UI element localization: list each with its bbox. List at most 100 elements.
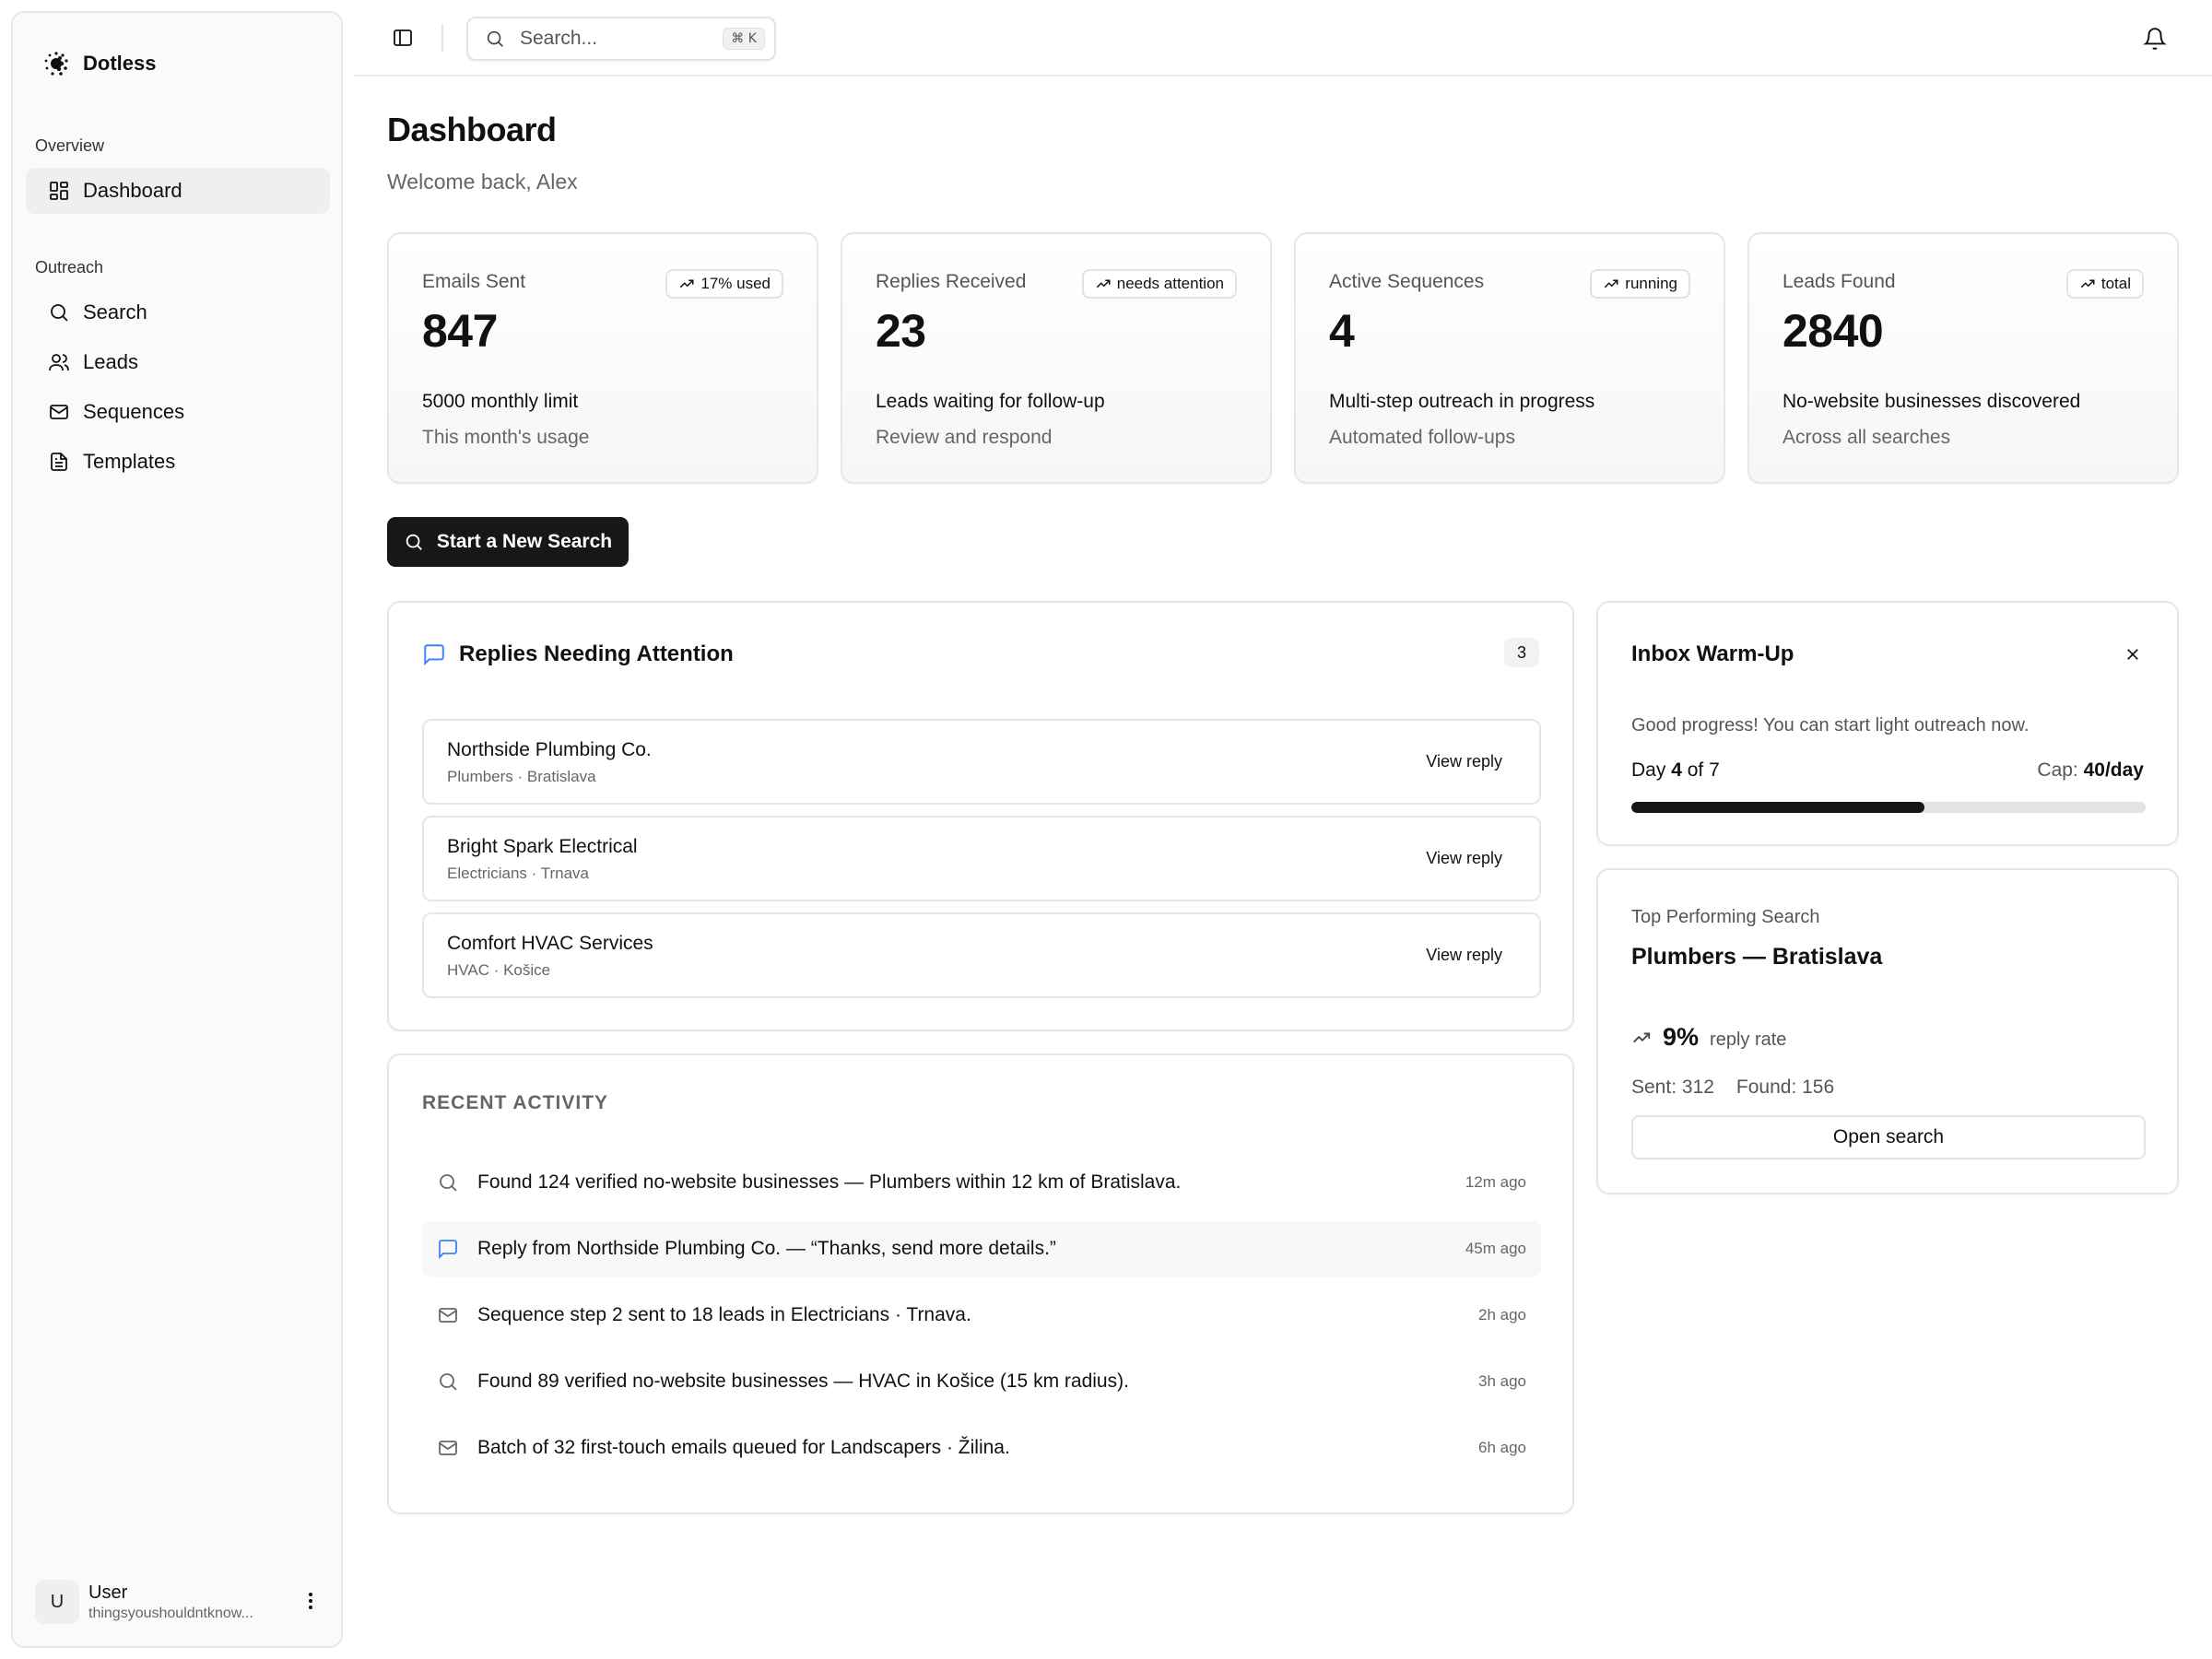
start-new-search-button[interactable]: Start a New Search <box>387 517 629 567</box>
sidebar-toggle-icon[interactable] <box>387 22 418 53</box>
activity-time: 45m ago <box>1465 1240 1526 1257</box>
count-badge: 3 <box>1504 638 1539 667</box>
close-icon[interactable] <box>2122 643 2144 665</box>
stat-label: Replies Received <box>876 271 1027 292</box>
global-search[interactable]: ⌘ K <box>466 17 776 61</box>
sidebar-item-dashboard[interactable]: Dashboard <box>26 168 330 214</box>
recent-activity-panel: RECENT ACTIVITY Found 124 verified no-we… <box>387 1053 1574 1514</box>
stat-value: 2840 <box>1783 305 1884 357</box>
stat-value: 4 <box>1329 305 1355 357</box>
stat-description: 5000 monthly limit <box>422 391 579 412</box>
nav-group-overview: Overview <box>35 136 105 155</box>
sidebar-item-label: Templates <box>83 450 176 473</box>
panel-title: Replies Needing Attention <box>459 641 734 666</box>
reply-item[interactable]: Bright Spark Electrical Electricians · T… <box>422 816 1541 901</box>
stat-value: 847 <box>422 305 498 357</box>
sidebar-item-search[interactable]: Search <box>26 289 330 335</box>
panel-title: RECENT ACTIVITY <box>422 1092 609 1113</box>
reply-rate-value: 9% <box>1663 1023 1700 1051</box>
panel-title: Inbox Warm-Up <box>1631 641 1794 666</box>
activity-item: Reply from Northside Plumbing Co. — “Tha… <box>422 1221 1541 1277</box>
stat-card-leads-found: Leads Found total 2840 No-website busine… <box>1747 232 2179 484</box>
stat-badge: total <box>2065 269 2144 299</box>
stat-description: No-website businesses discovered <box>1783 391 2081 412</box>
nav-group-outreach: Outreach <box>35 258 104 276</box>
brand[interactable]: Dotless <box>42 50 156 77</box>
warmup-day-value: 4 <box>1671 759 1682 781</box>
sidebar-item-sequences[interactable]: Sequences <box>26 389 330 435</box>
user-name: User <box>88 1582 128 1603</box>
sidebar-item-leads[interactable]: Leads <box>26 339 330 385</box>
activity-item: Sequence step 2 sent to 18 leads in Elec… <box>422 1288 1541 1343</box>
sidebar-item-label: Sequences <box>83 400 185 423</box>
sidebar-item-label: Dashboard <box>83 179 182 202</box>
search-name: Plumbers — Bratislava <box>1631 944 1883 970</box>
stat-badge: needs attention <box>1081 269 1237 299</box>
bell-icon[interactable] <box>2138 22 2171 55</box>
stat-badge-label: running <box>1625 275 1677 292</box>
stat-badge: running <box>1590 269 1690 299</box>
trending-up-icon <box>1633 1032 1651 1042</box>
stat-card-replies-received: Replies Received needs attention 23 Lead… <box>841 232 1272 484</box>
activity-text: Sequence step 2 sent to 18 leads in Elec… <box>477 1304 971 1325</box>
activity-time: 2h ago <box>1478 1306 1526 1324</box>
warmup-message: Good progress! You can start light outre… <box>1631 715 2030 735</box>
users-icon <box>49 354 69 371</box>
warmup-day-prefix: Day <box>1631 759 1666 781</box>
search-stats: Sent: 312 Found: 156 <box>1631 1077 1834 1099</box>
inbox-warmup-panel: Inbox Warm-Up Good progress! You can sta… <box>1596 601 2179 846</box>
trending-up-icon <box>1096 279 1111 288</box>
stat-card-emails-sent: Emails Sent 17% used 847 5000 monthly li… <box>387 232 818 484</box>
search-input[interactable] <box>520 28 704 50</box>
reply-business-name: Northside Plumbing Co. <box>447 739 652 760</box>
reply-rate-label: reply rate <box>1710 1030 1787 1050</box>
sidebar-item-templates[interactable]: Templates <box>26 439 330 485</box>
view-reply-button[interactable]: View reply <box>1426 752 1502 771</box>
view-reply-button[interactable]: View reply <box>1426 946 1502 965</box>
dashboard-icon <box>50 182 68 200</box>
reply-rate: 9% reply rate <box>1631 1023 1786 1052</box>
mail-icon <box>50 405 68 419</box>
trending-up-icon <box>680 279 694 288</box>
stat-description: Multi-step outreach in progress <box>1329 391 1595 412</box>
file-text-icon <box>51 453 67 471</box>
search-icon <box>440 1174 457 1192</box>
stat-badge-label: 17% used <box>700 275 771 292</box>
brand-name: Dotless <box>83 52 157 75</box>
warmup-day-total: of 7 <box>1687 759 1720 781</box>
view-reply-button[interactable]: View reply <box>1426 849 1502 868</box>
user-profile[interactable]: U User thingsyoushouldntknow... <box>35 1576 330 1628</box>
search-icon <box>487 30 503 47</box>
page-title: Dashboard <box>387 111 557 148</box>
message-square-icon <box>424 644 444 666</box>
keyboard-shortcut: ⌘ K <box>723 28 765 50</box>
page-subtitle: Welcome back, Alex <box>387 170 578 194</box>
stat-subtext: Across all searches <box>1783 427 1951 448</box>
top-performing-search-panel: Top Performing Search Plumbers — Bratisl… <box>1596 868 2179 1194</box>
reply-business-name: Bright Spark Electrical <box>447 836 638 857</box>
stat-value: 23 <box>876 305 926 357</box>
stat-subtext: Review and respond <box>876 427 1053 448</box>
trending-up-icon <box>2080 279 2095 288</box>
activity-time: 3h ago <box>1478 1372 1526 1390</box>
warmup-day: Day 4 of 7 <box>1631 759 1720 782</box>
reply-meta: Electricians · Trnava <box>447 865 589 882</box>
stat-label: Leads Found <box>1783 271 1896 292</box>
topbar-divider <box>441 24 443 52</box>
activity-text: Found 89 verified no-website businesses … <box>477 1371 1129 1392</box>
reply-item[interactable]: Comfort HVAC Services HVAC · Košice View… <box>422 912 1541 998</box>
sidebar: Dotless Overview Dashboard Outreach Sear… <box>11 11 343 1648</box>
reply-meta: Plumbers · Bratislava <box>447 768 596 785</box>
reply-item[interactable]: Northside Plumbing Co. Plumbers · Bratis… <box>422 719 1541 805</box>
open-search-button[interactable]: Open search <box>1631 1115 2146 1159</box>
dotless-logo-icon <box>42 50 70 77</box>
warmup-progress-fill <box>1631 802 1925 813</box>
warmup-cap-label: Cap: <box>2037 759 2078 781</box>
activity-time: 12m ago <box>1465 1173 1526 1191</box>
warmup-cap-value: 40/day <box>2083 759 2144 781</box>
stat-card-active-sequences: Active Sequences running 4 Multi-step ou… <box>1294 232 1725 484</box>
warmup-cap: Cap: 40/day <box>2037 759 2144 782</box>
more-vertical-icon[interactable] <box>297 1587 324 1615</box>
search-icon <box>51 304 68 322</box>
activity-text: Batch of 32 first-touch emails queued fo… <box>477 1437 1010 1458</box>
